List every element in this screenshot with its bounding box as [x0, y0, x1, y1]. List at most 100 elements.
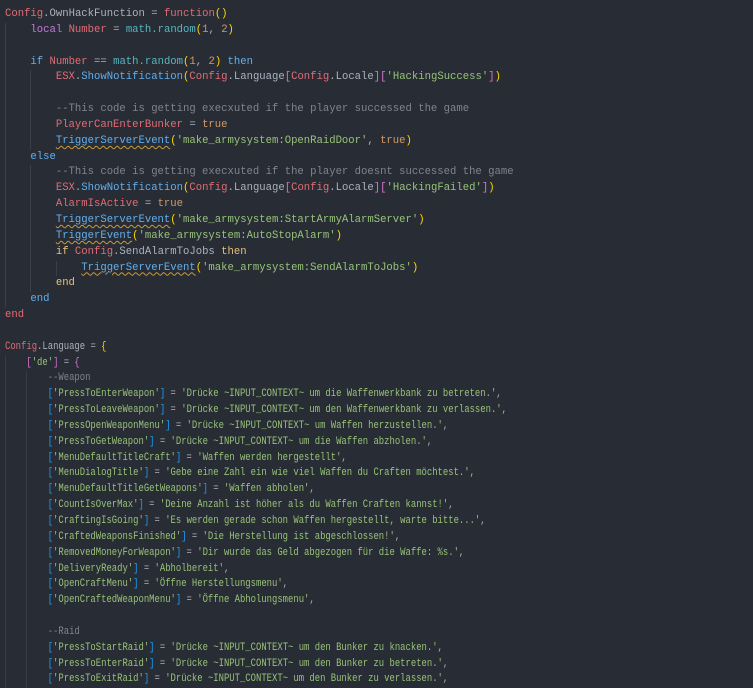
code-line[interactable]: ESX. ShowNotification(Config .Language[Con…	[5, 181, 603, 198]
indent-guide	[26, 640, 47, 657]
keyword-token: if	[55, 245, 69, 258]
bracket-token: ][	[373, 71, 387, 84]
string-token: 'Waffen werden hergestellt'	[197, 451, 342, 464]
string-token: 'Drücke ~INPUT_CONTEXT~ um den Waffenwer…	[181, 404, 502, 417]
code-line[interactable]	[5, 324, 603, 340]
string-token: 'PressToStartRaid'	[53, 641, 150, 654]
code-line[interactable]: ['CraftedWeaponsFinished'] = 'Die Herste…	[5, 529, 507, 546]
code-line[interactable]: ['PressToGetWeapon'] = 'Drücke ~INPUT_CO…	[5, 434, 507, 451]
indent-guide	[5, 640, 26, 657]
indent-guide	[26, 466, 47, 483]
indent-guide	[55, 260, 81, 277]
code-line[interactable]: PlayerCanEnterBunker = true	[5, 117, 603, 134]
code-line[interactable]	[5, 609, 507, 625]
code-line[interactable]: ['DeliveryReady'] = 'Abholbereit',	[5, 561, 507, 578]
code-line[interactable]: ['MenuDialogTitle'] = 'Gebe eine Zahl ei…	[5, 466, 507, 483]
function-token-warning: TriggerEvent	[55, 229, 133, 242]
indent-guide	[30, 165, 55, 182]
plain-token: =	[165, 404, 182, 417]
string-token: 'MenuDefaultTitleCraft'	[53, 451, 176, 464]
code-line[interactable]: --Weapon	[5, 371, 507, 388]
code-line[interactable]: --This code is getting execxuted if the …	[5, 102, 603, 118]
code-line[interactable]: Config .Language = {	[5, 340, 507, 356]
indent-guide	[5, 355, 26, 372]
indent-guide	[5, 133, 30, 150]
plain-token: ,	[223, 562, 230, 575]
indent-guide	[30, 244, 55, 261]
string-token: 'PressToGetWeapon'	[53, 435, 150, 448]
code-line[interactable]: end	[5, 276, 603, 293]
code-line[interactable]: ['de'] = {	[5, 355, 507, 372]
indent-guide	[30, 117, 55, 134]
code-line[interactable]: ['MenuDefaultTitleGetWeapons'] = 'Waffen…	[5, 482, 507, 499]
plain-token: =	[181, 594, 198, 607]
plain-token: .Locale	[329, 71, 374, 84]
code-line[interactable]: --This code is getting execxuted if the …	[5, 165, 603, 182]
keyword-token: else	[30, 150, 56, 163]
keyword-token: function	[163, 8, 215, 20]
string-token: 'PressToEnterRaid'	[53, 657, 150, 670]
code-line[interactable]: ESX. ShowNotification(Config .Language[Con…	[5, 70, 603, 87]
variable-token: Config	[291, 71, 330, 84]
plain-token: =	[165, 388, 182, 401]
code-editor[interactable]: Config .OwnHackFunction = function() local…	[5, 7, 603, 688]
code-line[interactable]: TriggerEvent('make_armysystem:AutoStopAl…	[5, 228, 603, 245]
code-line[interactable]: ['MenuDefaultTitleCraft'] = 'Waffen werd…	[5, 450, 507, 467]
code-line[interactable]: TriggerServerEvent('make_armysystem:Open…	[5, 133, 603, 150]
code-line[interactable]: --Raid	[5, 624, 507, 641]
plain-token: =	[154, 657, 171, 670]
code-line[interactable]: else	[5, 149, 603, 166]
code-line[interactable]: ['PressToExitRaid'] = 'Drücke ~INPUT_CON…	[5, 672, 507, 688]
variable-token: ESX	[55, 71, 75, 84]
indent-guide	[5, 577, 26, 594]
string-token: 'HackingSuccess'	[386, 71, 489, 84]
code-line[interactable]: end	[5, 308, 603, 324]
code-line[interactable]: if Config .SendAlarmToJobs then	[5, 244, 603, 261]
code-line[interactable]: ['PressToEnterWeapon'] = 'Drücke ~INPUT_…	[5, 387, 507, 404]
code-line[interactable]: ['PressToLeaveWeapon'] = 'Drücke ~INPUT_…	[5, 403, 507, 419]
indent-guide	[5, 624, 26, 641]
indent-guide	[26, 371, 47, 388]
indent-guide	[5, 86, 30, 103]
code-line[interactable]: ['OpenCraftMenu'] = 'Öffne Herstellungsm…	[5, 577, 507, 594]
plain-token: =	[149, 515, 166, 527]
indent-guide	[5, 181, 30, 198]
variable-token: Number	[68, 23, 107, 36]
code-line[interactable]: AlarmIsActive = true	[5, 197, 603, 213]
code-line[interactable]: local Number = math.random(1, 2)	[5, 22, 603, 39]
bracket-token: ][	[373, 182, 387, 195]
code-line[interactable]: ['PressToStartRaid'] = 'Drücke ~INPUT_CO…	[5, 640, 507, 657]
code-line[interactable]	[5, 86, 603, 103]
bracket-token: ()	[214, 8, 228, 20]
code-line[interactable]	[5, 38, 603, 55]
code-line[interactable]: TriggerServerEvent('make_armysystem:Send…	[5, 260, 603, 277]
plain-token: =	[138, 198, 158, 211]
indent-guide	[5, 672, 26, 688]
code-line[interactable]: end	[5, 292, 603, 309]
string-token: 'make_armysystem:SendAlarmToJobs'	[202, 261, 412, 274]
string-token: 'RemovedMoneyForWeapon'	[53, 546, 176, 559]
code-line[interactable]: ['PressOpenWeaponMenu'] = 'Drücke ~INPUT…	[5, 418, 507, 435]
code-line[interactable]: ['PressToEnterRaid'] = 'Drücke ~INPUT_CO…	[5, 656, 507, 673]
indent-guide	[5, 149, 30, 166]
code-line[interactable]: ['OpenCraftedWeaponMenu'] = 'Öffne Abhol…	[5, 593, 507, 610]
code-line[interactable]: ['CountIsOverMax'] = 'Deine Anzahl ist h…	[5, 498, 507, 514]
string-token: 'PressOpenWeaponMenu'	[53, 419, 166, 432]
code-line[interactable]: Config .OwnHackFunction = function()	[5, 7, 603, 23]
indent-guide	[5, 561, 26, 578]
plain-token: .Locale	[329, 182, 374, 195]
code-line[interactable]: ['RemovedMoneyForWeapon'] = 'Dir wurde d…	[5, 545, 507, 562]
indent-guide	[26, 609, 47, 625]
function-token: ShowNotification	[81, 71, 183, 84]
code-line[interactable]: TriggerServerEvent('make_armysystem:Star…	[5, 212, 603, 229]
code-line[interactable]: ['CraftingIsGoing'] = 'Es werden gerade …	[5, 514, 507, 530]
variable-token: Config	[74, 245, 114, 258]
plain-token: ,	[496, 388, 502, 401]
keyword-token: then	[221, 245, 247, 258]
indent-guide	[5, 529, 26, 546]
indent-guide	[5, 244, 30, 261]
plain-token: =	[138, 562, 155, 575]
code-line[interactable]: if Number == math.random(1, 2) then	[5, 54, 603, 71]
plain-token: =	[143, 499, 160, 512]
plain-token: .Language =	[37, 340, 102, 353]
